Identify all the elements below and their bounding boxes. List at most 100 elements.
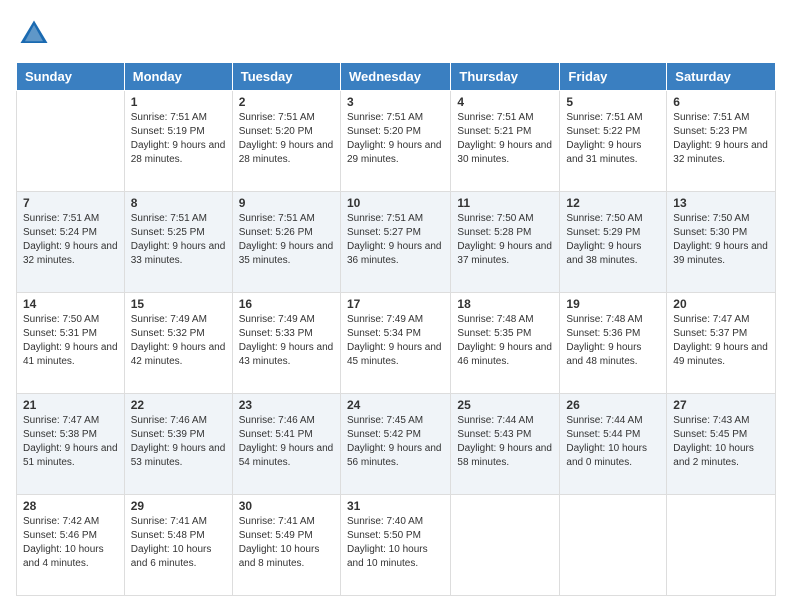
day-cell: 31 Sunrise: 7:40 AMSunset: 5:50 PMDayligh… [340, 495, 450, 596]
day-cell [560, 495, 667, 596]
week-row-2: 14 Sunrise: 7:50 AMSunset: 5:31 PMDayligh… [17, 293, 776, 394]
day-cell: 5 Sunrise: 7:51 AMSunset: 5:22 PMDaylight… [560, 91, 667, 192]
day-number: 6 [673, 95, 769, 109]
day-number: 8 [131, 196, 226, 210]
header-row: SundayMondayTuesdayWednesdayThursdayFrid… [17, 63, 776, 91]
day-info: Sunrise: 7:50 AMSunset: 5:31 PMDaylight:… [23, 313, 118, 369]
day-info: Sunrise: 7:51 AMSunset: 5:20 PMDaylight:… [239, 111, 334, 167]
day-number: 7 [23, 196, 118, 210]
day-info: Sunrise: 7:49 AMSunset: 5:33 PMDaylight:… [239, 313, 334, 369]
day-info: Sunrise: 7:51 AMSunset: 5:22 PMDaylight:… [566, 111, 660, 167]
day-info: Sunrise: 7:51 AMSunset: 5:20 PMDaylight:… [347, 111, 444, 167]
day-header-tuesday: Tuesday [232, 63, 340, 91]
day-number: 1 [131, 95, 226, 109]
day-cell [667, 495, 776, 596]
day-number: 20 [673, 297, 769, 311]
day-cell: 24 Sunrise: 7:45 AMSunset: 5:42 PMDayligh… [340, 394, 450, 495]
day-number: 26 [566, 398, 660, 412]
day-number: 27 [673, 398, 769, 412]
day-cell: 15 Sunrise: 7:49 AMSunset: 5:32 PMDayligh… [124, 293, 232, 394]
day-number: 19 [566, 297, 660, 311]
day-info: Sunrise: 7:51 AMSunset: 5:23 PMDaylight:… [673, 111, 769, 167]
day-cell: 13 Sunrise: 7:50 AMSunset: 5:30 PMDayligh… [667, 192, 776, 293]
day-cell: 12Sunrise: 7:50 AMSunset: 5:29 PMDayligh… [560, 192, 667, 293]
day-number: 24 [347, 398, 444, 412]
day-number: 23 [239, 398, 334, 412]
day-cell: 14 Sunrise: 7:50 AMSunset: 5:31 PMDayligh… [17, 293, 125, 394]
day-info: Sunrise: 7:47 AMSunset: 5:38 PMDaylight:… [23, 414, 118, 470]
day-cell [17, 91, 125, 192]
day-cell: 9 Sunrise: 7:51 AMSunset: 5:26 PMDaylight… [232, 192, 340, 293]
day-info: Sunrise: 7:48 AMSunset: 5:36 PMDaylight:… [566, 313, 660, 369]
day-cell: 23 Sunrise: 7:46 AMSunset: 5:41 PMDayligh… [232, 394, 340, 495]
week-row-4: 28 Sunrise: 7:42 AMSunset: 5:46 PMDayligh… [17, 495, 776, 596]
header [16, 16, 776, 52]
day-cell: 16 Sunrise: 7:49 AMSunset: 5:33 PMDayligh… [232, 293, 340, 394]
day-number: 21 [23, 398, 118, 412]
day-info: Sunrise: 7:51 AMSunset: 5:21 PMDaylight:… [457, 111, 553, 167]
day-cell: 2 Sunrise: 7:51 AMSunset: 5:20 PMDaylight… [232, 91, 340, 192]
day-info: Sunrise: 7:49 AMSunset: 5:34 PMDaylight:… [347, 313, 444, 369]
day-info: Sunrise: 7:50 AMSunset: 5:29 PMDaylight:… [566, 212, 660, 268]
day-info: Sunrise: 7:50 AMSunset: 5:28 PMDaylight:… [457, 212, 553, 268]
day-info: Sunrise: 7:40 AMSunset: 5:50 PMDaylight:… [347, 515, 444, 571]
day-number: 13 [673, 196, 769, 210]
day-info: Sunrise: 7:51 AMSunset: 5:25 PMDaylight:… [131, 212, 226, 268]
day-info: Sunrise: 7:49 AMSunset: 5:32 PMDaylight:… [131, 313, 226, 369]
day-info: Sunrise: 7:46 AMSunset: 5:39 PMDaylight:… [131, 414, 226, 470]
day-number: 28 [23, 499, 118, 513]
day-number: 3 [347, 95, 444, 109]
day-info: Sunrise: 7:44 AMSunset: 5:43 PMDaylight:… [457, 414, 553, 470]
day-number: 18 [457, 297, 553, 311]
calendar-table: SundayMondayTuesdayWednesdayThursdayFrid… [16, 62, 776, 596]
day-cell: 28 Sunrise: 7:42 AMSunset: 5:46 PMDayligh… [17, 495, 125, 596]
day-header-friday: Friday [560, 63, 667, 91]
day-info: Sunrise: 7:42 AMSunset: 5:46 PMDaylight:… [23, 515, 118, 571]
day-info: Sunrise: 7:45 AMSunset: 5:42 PMDaylight:… [347, 414, 444, 470]
day-number: 10 [347, 196, 444, 210]
week-row-1: 7 Sunrise: 7:51 AMSunset: 5:24 PMDaylight… [17, 192, 776, 293]
day-cell: 26 Sunrise: 7:44 AMSunset: 5:44 PMDayligh… [560, 394, 667, 495]
week-row-0: 1 Sunrise: 7:51 AMSunset: 5:19 PMDaylight… [17, 91, 776, 192]
day-info: Sunrise: 7:51 AMSunset: 5:24 PMDaylight:… [23, 212, 118, 268]
week-row-3: 21 Sunrise: 7:47 AMSunset: 5:38 PMDayligh… [17, 394, 776, 495]
day-cell: 22 Sunrise: 7:46 AMSunset: 5:39 PMDayligh… [124, 394, 232, 495]
day-cell: 7 Sunrise: 7:51 AMSunset: 5:24 PMDaylight… [17, 192, 125, 293]
day-cell: 10 Sunrise: 7:51 AMSunset: 5:27 PMDayligh… [340, 192, 450, 293]
day-number: 22 [131, 398, 226, 412]
day-info: Sunrise: 7:48 AMSunset: 5:35 PMDaylight:… [457, 313, 553, 369]
day-header-thursday: Thursday [451, 63, 560, 91]
day-info: Sunrise: 7:51 AMSunset: 5:19 PMDaylight:… [131, 111, 226, 167]
day-number: 29 [131, 499, 226, 513]
day-info: Sunrise: 7:43 AMSunset: 5:45 PMDaylight:… [673, 414, 769, 470]
day-number: 4 [457, 95, 553, 109]
day-info: Sunrise: 7:46 AMSunset: 5:41 PMDaylight:… [239, 414, 334, 470]
day-number: 30 [239, 499, 334, 513]
day-info: Sunrise: 7:47 AMSunset: 5:37 PMDaylight:… [673, 313, 769, 369]
day-cell: 6 Sunrise: 7:51 AMSunset: 5:23 PMDaylight… [667, 91, 776, 192]
day-cell: 20 Sunrise: 7:47 AMSunset: 5:37 PMDayligh… [667, 293, 776, 394]
main-container: SundayMondayTuesdayWednesdayThursdayFrid… [0, 0, 792, 612]
day-header-monday: Monday [124, 63, 232, 91]
day-number: 2 [239, 95, 334, 109]
day-info: Sunrise: 7:50 AMSunset: 5:30 PMDaylight:… [673, 212, 769, 268]
day-cell: 17 Sunrise: 7:49 AMSunset: 5:34 PMDayligh… [340, 293, 450, 394]
day-cell: 8 Sunrise: 7:51 AMSunset: 5:25 PMDaylight… [124, 192, 232, 293]
day-number: 9 [239, 196, 334, 210]
day-header-sunday: Sunday [17, 63, 125, 91]
day-info: Sunrise: 7:44 AMSunset: 5:44 PMDaylight:… [566, 414, 660, 470]
day-cell: 21 Sunrise: 7:47 AMSunset: 5:38 PMDayligh… [17, 394, 125, 495]
day-info: Sunrise: 7:51 AMSunset: 5:26 PMDaylight:… [239, 212, 334, 268]
day-header-saturday: Saturday [667, 63, 776, 91]
day-number: 16 [239, 297, 334, 311]
day-number: 5 [566, 95, 660, 109]
logo-icon [16, 16, 52, 52]
day-cell: 18 Sunrise: 7:48 AMSunset: 5:35 PMDayligh… [451, 293, 560, 394]
day-number: 14 [23, 297, 118, 311]
day-number: 11 [457, 196, 553, 210]
day-number: 31 [347, 499, 444, 513]
day-number: 17 [347, 297, 444, 311]
day-number: 15 [131, 297, 226, 311]
logo [16, 16, 56, 52]
day-info: Sunrise: 7:51 AMSunset: 5:27 PMDaylight:… [347, 212, 444, 268]
